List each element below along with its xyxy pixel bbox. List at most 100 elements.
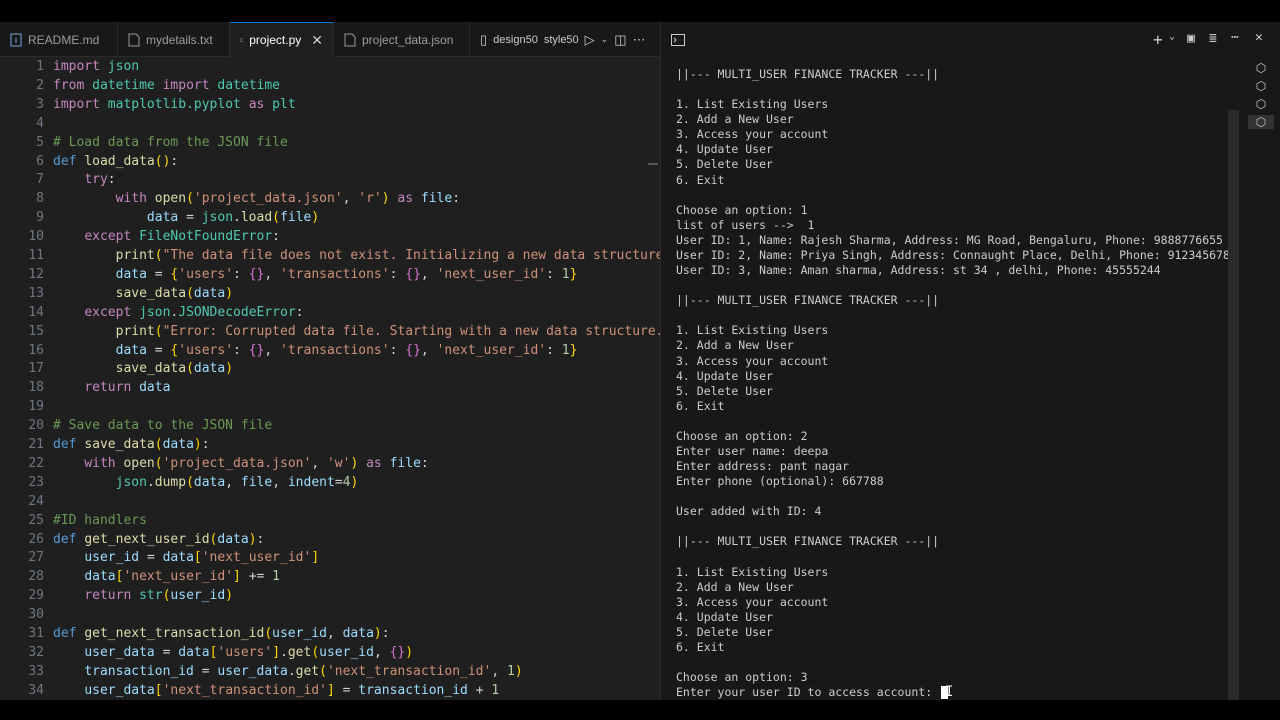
terminal-line-text: Enter user name: deepa [676, 444, 829, 458]
code-line[interactable]: 13 save_data(data) [0, 284, 660, 303]
terminal-line-text: 4. Update User [676, 609, 773, 624]
cube-icon[interactable]: ⬡ [1254, 79, 1268, 93]
code-text: transaction_id = user_data.get('next_tra… [84, 663, 523, 679]
code-line[interactable]: 29 return str(user_id) [0, 586, 660, 605]
code-line[interactable]: 2 from datetime import datetime [0, 76, 660, 95]
line-number: 6 [36, 153, 44, 169]
code-line[interactable]: 33 transaction_id = user_data.get('next_… [0, 662, 660, 681]
code-line[interactable]: 11 print("The data file does not exist. … [0, 246, 660, 265]
scroll-indicator [648, 163, 658, 165]
code-line[interactable]: 5 # Load data from the JSON file [0, 133, 660, 152]
line-number: 2 [36, 77, 44, 93]
code-line[interactable]: 16 data = {'users': {}, 'transactions': … [0, 341, 660, 360]
code-text: def get_next_user_id(data): [53, 531, 265, 547]
terminal-line-text: 4. Update User [676, 368, 773, 383]
terminal-line: 6. Exit [676, 640, 724, 655]
terminal-line: 2. Add a New User [676, 338, 794, 353]
code-editor[interactable]: 1 import json 2 from datetime import dateti… [0, 57, 660, 700]
add-terminal-icon[interactable]: + [1153, 30, 1163, 49]
code-line[interactable]: 4 [0, 114, 660, 133]
code-text: import json [53, 59, 140, 74]
code-line[interactable]: 34 user_data['next_transaction_id'] = tr… [0, 681, 660, 700]
code-line[interactable]: 3 import matplotlib.pyplot as plt [0, 95, 660, 114]
terminal-line: User ID: 2, Name: Priya Singh, Address: … [676, 248, 1237, 263]
code-line[interactable]: 17 save_data(data) [0, 359, 660, 378]
terminal-output[interactable]: ||--- MULTI_USER FINANCE TRACKER ---|| 1.… [661, 57, 1280, 700]
terminal-line: 2. Add a New User [676, 580, 794, 595]
code-line[interactable]: 20 # Save data to the JSON file [0, 416, 660, 435]
cube-icon[interactable]: ⬡ [1248, 115, 1274, 129]
code-line[interactable]: 26 def get_next_user_id(data): [0, 530, 660, 549]
line-number: 25 [28, 512, 44, 528]
terminal-line-text: Choose an option: 2 [676, 428, 808, 443]
code-text: def get_next_transaction_id(user_id, dat… [53, 626, 390, 641]
terminal-line: Enter address: pant nagar [676, 459, 849, 474]
line-number: 21 [28, 437, 44, 452]
file-icon: ▯ [480, 31, 488, 47]
code-line[interactable]: 8 with open('project_data.json', 'r') as… [0, 189, 660, 208]
terminal-scrollbar[interactable] [1228, 110, 1239, 700]
code-line[interactable]: 6 def load_data(): [0, 152, 660, 171]
code-line[interactable]: 14 except json.JSONDecodeError: [0, 303, 660, 322]
code-line[interactable]: 18 return data [0, 378, 660, 397]
terminal-line: Enter your user ID to access account: [676, 685, 949, 700]
cube-icon[interactable]: ⬡ [1254, 61, 1268, 75]
line-number: 20 [28, 418, 44, 434]
code-line[interactable]: 22 with open('project_data.json', 'w') a… [0, 454, 660, 473]
code-line[interactable]: 24 [0, 492, 660, 511]
style50-button[interactable]: style50 [544, 34, 579, 46]
run-icon[interactable]: ▷ [585, 32, 595, 48]
terminal-line: Choose an option: 3 [676, 670, 808, 685]
terminal-line-text: 3. Access your account [676, 353, 829, 368]
code-line[interactable]: 31 def get_next_transaction_id(user_id, d… [0, 624, 660, 643]
close-icon[interactable]: ✕ [1255, 30, 1263, 45]
tab-mydetails[interactable]: mydetails.txt [118, 22, 230, 57]
terminal-line-text: ||--- MULTI_USER FINANCE TRACKER ---|| [676, 534, 940, 549]
terminal-line: 1. List Existing Users [676, 565, 828, 580]
tab-project-py[interactable]: project.py ✕ [230, 22, 334, 57]
code-line[interactable]: 23 json.dump(data, file, indent=4) [0, 473, 660, 492]
json-file-icon [344, 33, 356, 46]
tab-label: mydetails.txt [146, 32, 213, 47]
code-line[interactable]: 21 def save_data(data): [0, 435, 660, 454]
editor-tab-bar: README.md mydetails.txt project.py ✕ pro… [0, 22, 660, 57]
design50-button[interactable]: design50 [493, 34, 538, 46]
terminal-icon[interactable] [671, 34, 685, 46]
code-line[interactable]: 15 print("Error: Corrupted data file. St… [0, 322, 660, 341]
code-text: # Save data to the JSON file [53, 418, 273, 434]
code-line[interactable]: 12 data = {'users': {}, 'transactions': … [0, 265, 660, 284]
terminal-line: 2. Add a New User [676, 112, 794, 127]
chevron-down-icon[interactable]: ⌄ [601, 34, 609, 45]
line-number: 10 [28, 229, 44, 245]
split-editor-icon[interactable]: ◫ [614, 32, 626, 48]
more-icon[interactable]: ⋯ [633, 32, 646, 48]
code-line[interactable]: 19 [0, 397, 660, 416]
terminal-line: 6. Exit [676, 173, 724, 188]
code-line[interactable]: 25 #ID handlers [0, 511, 660, 530]
cube-icon[interactable]: ⬡ [1254, 97, 1268, 111]
code-line[interactable]: 7 try: [0, 170, 660, 189]
code-line[interactable]: 27 user_id = data['next_user_id'] [0, 548, 660, 567]
code-text: # Load data from the JSON file [53, 134, 288, 150]
more-icon[interactable]: ⋯ [1231, 30, 1239, 45]
terminal-line-text: Choose an option: 1 [676, 202, 808, 217]
split-terminal-icon[interactable]: ▣ [1187, 31, 1195, 46]
code-line[interactable]: 32 user_data = data['users'].get(user_id… [0, 643, 660, 662]
kill-terminal-icon[interactable]: ≣ [1209, 31, 1217, 46]
code-line[interactable]: 10 except FileNotFoundError: [0, 227, 660, 246]
close-icon[interactable]: ✕ [311, 32, 323, 49]
chevron-down-icon[interactable]: ⌄ [1169, 31, 1175, 42]
tab-project-data-json[interactable]: project_data.json [334, 22, 470, 57]
tab-readme[interactable]: README.md [0, 22, 118, 57]
code-text: save_data(data) [115, 361, 234, 377]
line-number: 12 [28, 266, 44, 282]
code-line[interactable]: 1 import json [0, 57, 660, 76]
tab-label: project_data.json [362, 32, 454, 47]
info-icon [10, 32, 22, 47]
code-line[interactable]: 28 data['next_user_id'] += 1 [0, 567, 660, 586]
terminal-line-text: Choose an option: 3 [676, 670, 808, 685]
code-line[interactable]: 30 [0, 605, 660, 624]
terminal-line-text: list of users --> 1 [676, 217, 815, 232]
code-line[interactable]: 9 data = json.load(file) [0, 208, 660, 227]
code-text: data = json.load(file) [146, 210, 320, 226]
